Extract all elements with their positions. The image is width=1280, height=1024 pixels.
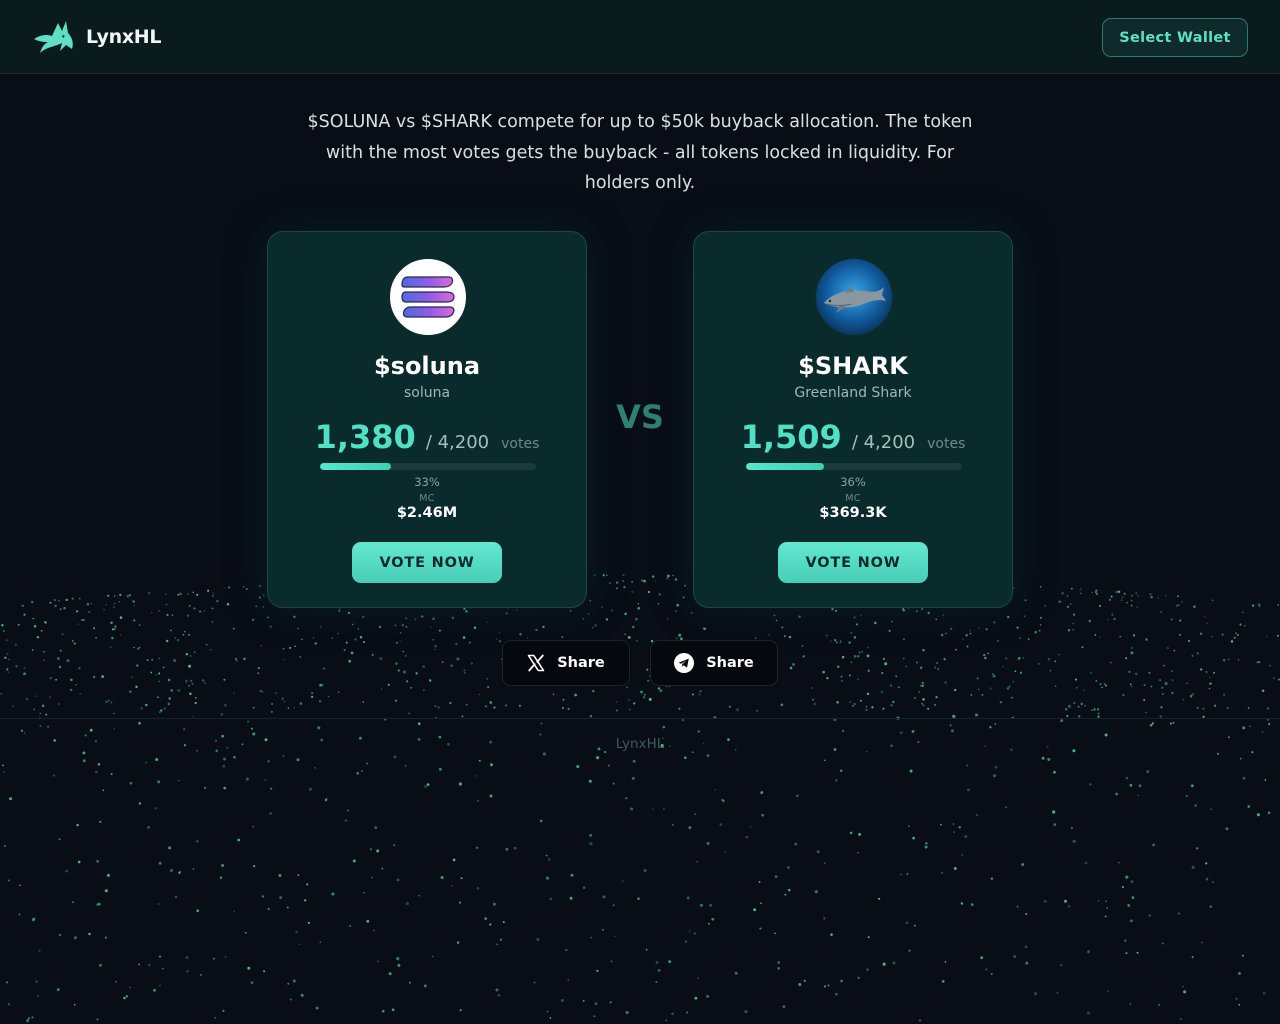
vote-now-button[interactable]: VOTE NOW (778, 542, 928, 583)
token-name: soluna (403, 385, 451, 401)
votes-row: 1,380 / 4,200 votes (268, 418, 586, 456)
vote-progress-bar (746, 463, 962, 470)
vote-percent: 36% (840, 475, 866, 489)
x-logo-icon (527, 654, 545, 672)
brand-name: LynxHL (86, 26, 162, 48)
share-x-button[interactable]: Share (502, 640, 630, 686)
intro-text: $SOLUNA vs $SHARK compete for up to $50k… (307, 112, 973, 193)
vote-now-button[interactable]: VOTE NOW (352, 542, 502, 583)
market-cap-label: MC (845, 493, 861, 504)
market-cap-label: MC (419, 493, 435, 504)
brand[interactable]: LynxHL (32, 17, 162, 57)
votes-total: / 4,200 (425, 432, 490, 453)
share-telegram-label: Share (706, 655, 754, 671)
top-header: LynxHL Select Wallet (0, 0, 1280, 74)
select-wallet-button[interactable]: Select Wallet (1102, 18, 1248, 57)
lynx-logo-icon (34, 21, 73, 53)
share-telegram-button[interactable]: Share (650, 640, 778, 686)
versus-label: VS (616, 398, 664, 436)
market-cap-value: $369.3K (819, 505, 887, 521)
token-ticker: $SHARK (798, 352, 908, 380)
token-card-shark: $SHARK Greenland Shark 1,509 / 4,200 vot… (693, 231, 1013, 608)
vote-progress-bar (320, 463, 536, 470)
votes-count: 1,380 (314, 418, 416, 456)
vote-progress-fill (746, 463, 824, 470)
votes-count: 1,509 (740, 418, 842, 456)
votes-row: 1,509 / 4,200 votes (694, 418, 1012, 456)
market-cap-value: $2.46M (396, 505, 458, 521)
solana-logo-icon (388, 257, 468, 337)
footer-brand: LynxHL (615, 736, 665, 752)
votes-label: votes (927, 436, 966, 452)
token-card-soluna: $soluna soluna 1,380 / 4,200 votes 33% M… (267, 231, 587, 608)
telegram-logo-icon (674, 653, 695, 673)
vote-percent: 33% (414, 475, 440, 489)
votes-label: votes (501, 436, 540, 452)
shark-logo-icon (814, 257, 894, 337)
token-ticker: $soluna (373, 352, 481, 380)
footer-divider (0, 718, 1280, 719)
share-x-label: Share (557, 655, 605, 671)
vote-progress-fill (320, 463, 392, 470)
token-name: Greenland Shark (794, 385, 912, 401)
votes-total: / 4,200 (851, 432, 916, 453)
